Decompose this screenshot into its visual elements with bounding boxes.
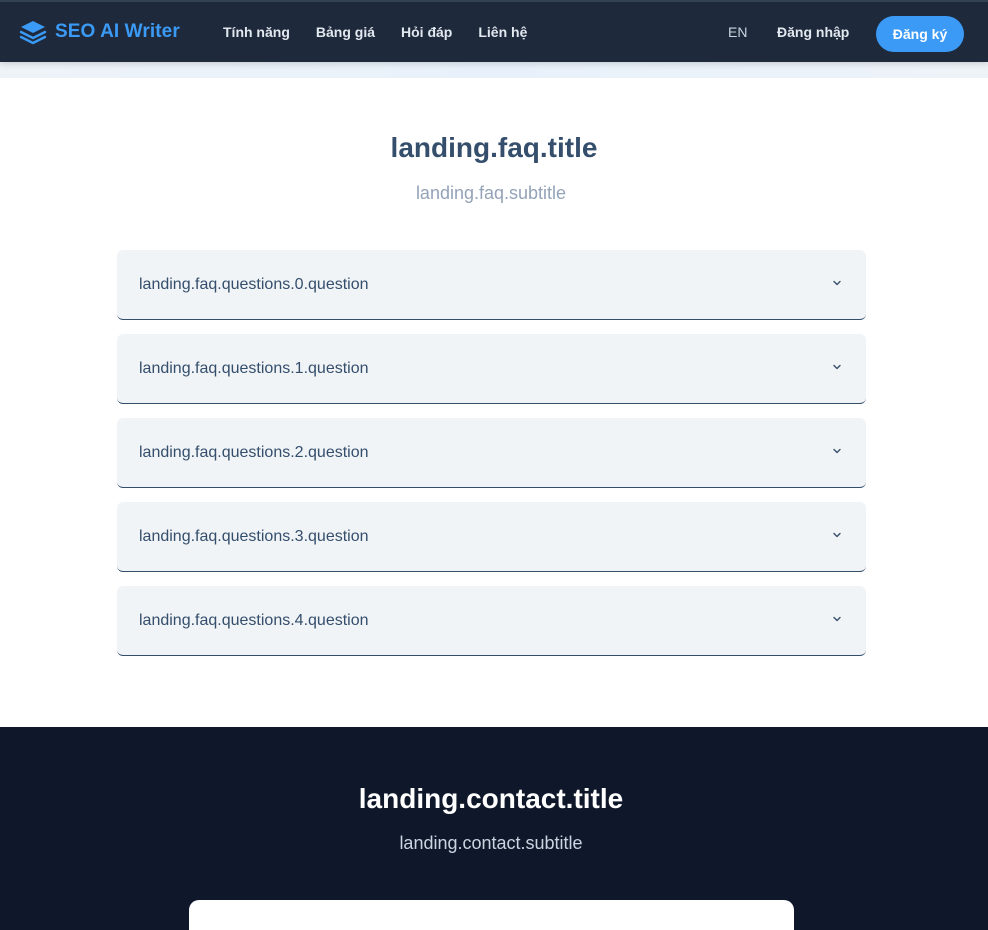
faq-subtitle: landing.faq.subtitle: [415, 183, 567, 203]
faq-question: landing.faq.questions.2.question: [139, 444, 369, 461]
chevron-down-icon: [833, 532, 841, 538]
nav-link-features[interactable]: Tính năng: [223, 24, 290, 40]
faq-question: landing.faq.questions.4.question: [139, 612, 369, 629]
nav-link-faq[interactable]: Hỏi đáp: [401, 24, 452, 40]
hero-bottom-strip: [0, 62, 988, 78]
nav-link-pricing[interactable]: Bảng giá: [316, 24, 375, 40]
top-navbar: SEO AI Writer Tính năng Bảng giá Hỏi đáp…: [0, 0, 988, 62]
login-link[interactable]: Đăng nhập: [777, 24, 849, 40]
chevron-down-icon: [833, 616, 841, 622]
chevron-down-icon: [833, 280, 841, 286]
layers-icon: [19, 21, 47, 45]
signup-button[interactable]: Đăng ký: [876, 16, 964, 52]
brand-logo[interactable]: SEO AI Writer: [19, 18, 180, 46]
contact-form-card: [189, 900, 794, 930]
faq-item-4[interactable]: landing.faq.questions.4.question: [117, 586, 866, 656]
contact-title: landing.contact.title: [358, 783, 624, 814]
chevron-down-icon: [833, 448, 841, 454]
contact-subtitle: landing.contact.subtitle: [399, 833, 583, 853]
faq-question: landing.faq.questions.0.question: [139, 276, 369, 293]
chevron-down-icon: [833, 364, 841, 370]
nav-link-contact[interactable]: Liên hệ: [478, 24, 527, 40]
faq-item-2[interactable]: landing.faq.questions.2.question: [117, 418, 866, 488]
faq-item-1[interactable]: landing.faq.questions.1.question: [117, 334, 866, 404]
faq-question: landing.faq.questions.1.question: [139, 360, 369, 377]
faq-item-0[interactable]: landing.faq.questions.0.question: [117, 250, 866, 320]
contact-section: landing.contact.title landing.contact.su…: [0, 727, 988, 930]
faq-list: landing.faq.questions.0.question landing…: [117, 250, 866, 670]
faq-question: landing.faq.questions.3.question: [139, 528, 369, 545]
faq-item-3[interactable]: landing.faq.questions.3.question: [117, 502, 866, 572]
brand-name: SEO AI Writer: [55, 21, 180, 42]
main-nav: Tính năng Bảng giá Hỏi đáp Liên hệ: [223, 24, 527, 40]
language-switch[interactable]: EN: [728, 24, 747, 40]
faq-title: landing.faq.title: [390, 132, 598, 163]
